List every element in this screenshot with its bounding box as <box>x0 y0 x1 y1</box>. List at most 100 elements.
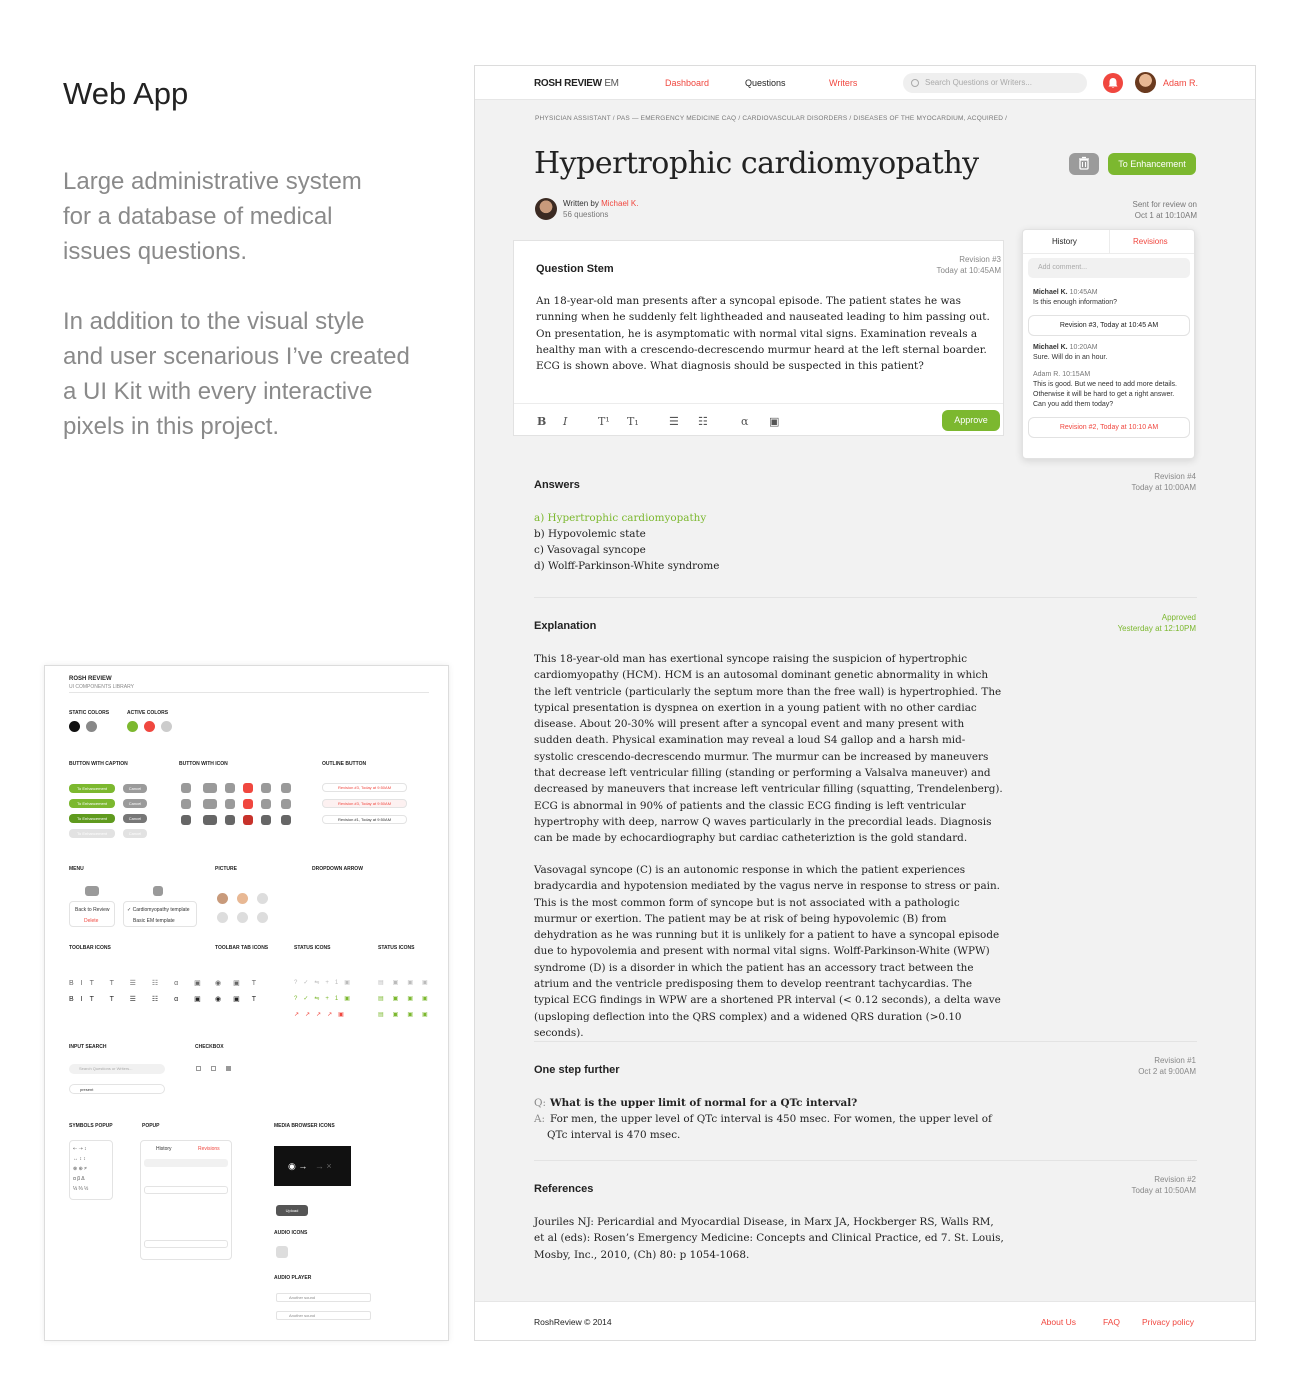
kit-revision-outline-button[interactable]: Revision #3, Today at 9:50AM <box>322 799 407 808</box>
menu-item[interactable]: Delete <box>84 918 98 924</box>
info-icon[interactable] <box>261 783 271 793</box>
checkbox[interactable] <box>226 1066 231 1071</box>
page-title: Hypertrophic cardiomyopathy <box>534 146 979 181</box>
explanation-text[interactable]: Vasovagal syncope (C) is an autonomic re… <box>534 862 1004 1041</box>
footer-link-about[interactable]: About Us <box>1041 1317 1076 1327</box>
kit-search-input[interactable]: present <box>69 1084 165 1094</box>
kit-cancel-button[interactable]: Cancel <box>123 829 147 838</box>
list-icon[interactable] <box>281 799 291 809</box>
symbols-icon[interactable]: α <box>741 415 748 428</box>
to-enhancement-button[interactable]: To Enhancement <box>1108 153 1196 175</box>
further-answer[interactable]: For men, the upper level of QTc interval… <box>547 1111 1007 1144</box>
uikit-section-label: BUTTON WITH ICON <box>179 761 228 767</box>
trash-icon[interactable] <box>181 815 191 825</box>
revision-link[interactable]: Revision #2, Today at 10:10 AM <box>1028 417 1190 438</box>
answers-title: Answers <box>534 479 580 491</box>
kit-enhancement-button[interactable]: To Enhancement <box>69 784 115 793</box>
stem-editor[interactable]: An 18-year-old man presents after a sync… <box>536 293 1004 374</box>
user-avatar[interactable] <box>1135 72 1156 93</box>
explanation-status: Approved Yesterday at 12:10PM <box>1117 613 1196 633</box>
trash-icon[interactable] <box>181 799 191 809</box>
user-name[interactable]: Adam R. <box>1163 78 1198 88</box>
search-input[interactable]: Search Questions or Writers... <box>903 73 1087 93</box>
nav-dashboard[interactable]: Dashboard <box>665 78 709 88</box>
tab-revisions[interactable]: Revisions <box>1133 237 1168 246</box>
more-icon[interactable] <box>203 783 217 793</box>
more-icon[interactable] <box>85 886 99 896</box>
delete-button[interactable] <box>1069 153 1099 175</box>
audio-player[interactable]: Another sound <box>276 1293 371 1302</box>
toolbar-tab-icons-row: ◉▣T <box>215 996 268 1003</box>
kit-cancel-button[interactable]: Cancel <box>123 799 147 808</box>
answer-option[interactable]: b) Hypovolemic state <box>534 526 646 542</box>
bell-icon[interactable] <box>225 799 235 809</box>
revision-link[interactable]: Revision #3, Today at 10:45 AM <box>1028 315 1190 336</box>
answer-option-correct[interactable]: a) Hypertrophic cardiomyopathy <box>534 510 706 526</box>
tab-history[interactable]: History <box>1052 237 1077 246</box>
play-icon[interactable] <box>276 1246 288 1258</box>
bell-icon[interactable] <box>225 783 235 793</box>
approve-button[interactable]: Approve <box>942 410 1000 431</box>
image-icon[interactable]: ▣ <box>769 415 779 428</box>
more-icon[interactable] <box>203 799 217 809</box>
kit-enhancement-button[interactable]: To Enhancement <box>69 799 115 808</box>
menu-item[interactable]: Basic EM template <box>133 918 175 924</box>
written-by: Written by Michael K. <box>563 199 639 208</box>
info-icon[interactable] <box>261 799 271 809</box>
search-icon <box>911 79 919 87</box>
numbered-list-icon[interactable]: ☷ <box>698 415 708 428</box>
audio-player[interactable]: Another sound <box>276 1311 371 1320</box>
kit-cancel-button[interactable]: Cancel <box>123 814 147 823</box>
checkbox[interactable] <box>196 1066 201 1071</box>
references-title: References <box>534 1183 594 1195</box>
popup-tab[interactable]: Revisions <box>198 1146 220 1152</box>
ui-kit-preview: ROSH REVIEW UI COMPONENTS LIBRARY STATIC… <box>44 665 449 1341</box>
more-icon[interactable] <box>203 815 217 825</box>
menu-item[interactable]: Back to Review <box>75 907 109 913</box>
references-text[interactable]: Jouriles NJ: Pericardial and Myocardial … <box>534 1214 1004 1263</box>
list-icon[interactable] <box>153 886 163 896</box>
list-icon[interactable] <box>281 783 291 793</box>
divider <box>534 1160 1197 1161</box>
subscript-icon[interactable]: T₁ <box>627 415 639 428</box>
nav-questions[interactable]: Questions <box>745 78 786 88</box>
info-icon[interactable] <box>261 815 271 825</box>
trash-icon[interactable] <box>181 783 191 793</box>
bell-icon[interactable] <box>243 815 253 825</box>
add-comment-input[interactable]: Add comment... <box>1028 258 1190 278</box>
avatar <box>257 912 268 923</box>
upload-button[interactable]: Upload <box>276 1205 308 1216</box>
logo[interactable]: ROSH REVIEW EM <box>534 78 619 89</box>
comment: Michael K. 10:20AM Sure. Will do in an ho… <box>1033 344 1108 361</box>
author-link[interactable]: Michael K. <box>601 199 638 208</box>
kit-enhancement-button[interactable]: To Enhancement <box>69 814 115 823</box>
list-icon[interactable] <box>281 815 291 825</box>
explanation-text[interactable]: This 18-year-old man has exertional sync… <box>534 651 1004 847</box>
nav-writers[interactable]: Writers <box>829 78 857 88</box>
menu-item[interactable]: ✓ Cardiomyopathy template <box>127 907 190 913</box>
answer-option[interactable]: d) Wolff-Parkinson-White syndrome <box>534 558 719 574</box>
author-avatar[interactable] <box>535 198 557 220</box>
bell-icon[interactable] <box>1103 73 1123 93</box>
bell-icon[interactable] <box>243 783 253 793</box>
bullet-list-icon[interactable]: ☰ <box>669 415 679 428</box>
bell-icon[interactable] <box>243 799 253 809</box>
answer-option[interactable]: c) Vasovagal syncope <box>534 542 646 558</box>
bold-icon[interactable]: B <box>537 415 546 428</box>
kit-search-input[interactable]: Search Questions or Writers... <box>69 1064 165 1074</box>
uikit-section-label: PICTURE <box>215 866 237 872</box>
popup-tab[interactable]: History <box>156 1146 172 1152</box>
kit-revision-outline-button[interactable]: Revision #1, Today at 9:50AM <box>322 815 407 824</box>
further-question[interactable]: What is the upper limit of normal for a … <box>550 1095 990 1111</box>
checkbox[interactable] <box>211 1066 216 1071</box>
kit-revision-outline-button[interactable]: Revision #3, Today at 9:50AM <box>322 783 407 792</box>
bell-icon[interactable] <box>225 815 235 825</box>
footer-link-privacy[interactable]: Privacy policy <box>1142 1317 1194 1327</box>
breadcrumb[interactable]: PHYSICIAN ASSISTANT / PAS — EMERGENCY ME… <box>535 115 1007 122</box>
kit-enhancement-button[interactable]: To Enhancement <box>69 829 115 838</box>
kit-cancel-button[interactable]: Cancel <box>123 784 147 793</box>
footer-link-faq[interactable]: FAQ <box>1103 1317 1120 1327</box>
answers-revision: Revision #4 Today at 10:00AM <box>1131 472 1196 492</box>
italic-icon[interactable]: I <box>563 415 567 428</box>
superscript-icon[interactable]: T¹ <box>598 415 610 428</box>
